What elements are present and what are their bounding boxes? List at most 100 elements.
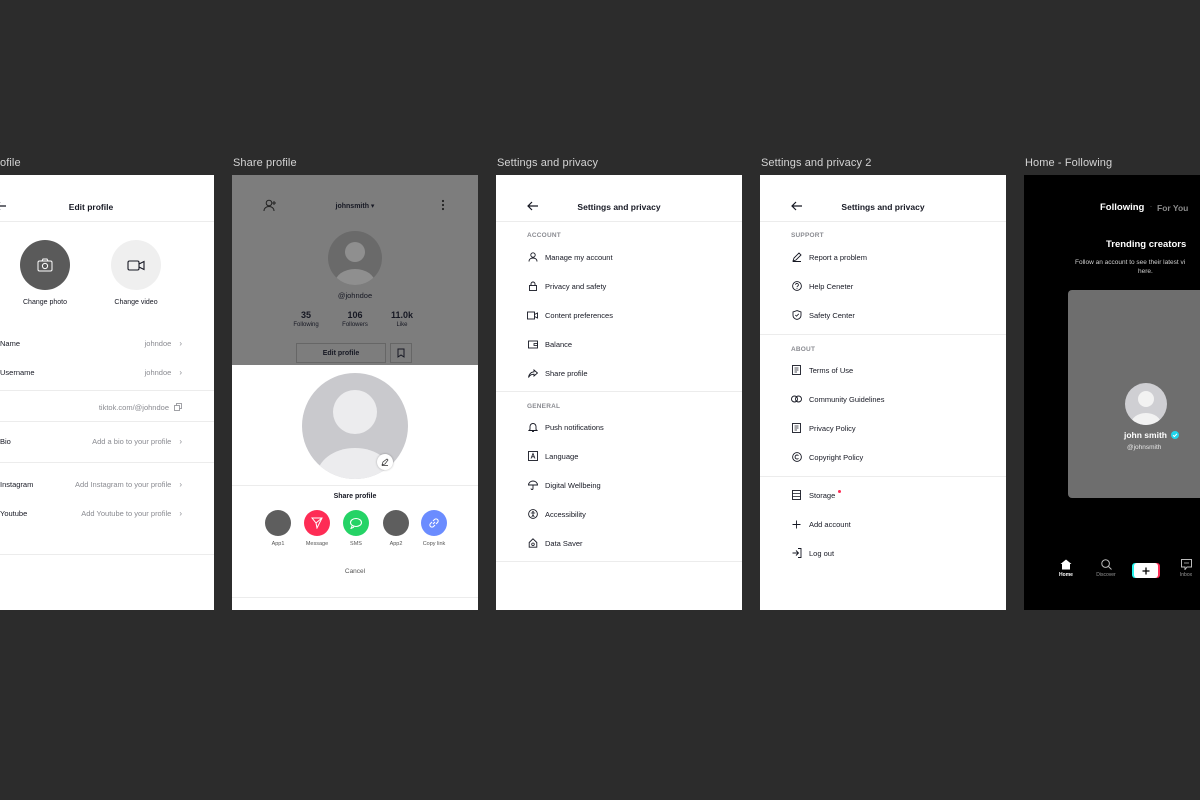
menu-data-saver[interactable]: Data Saver	[527, 536, 722, 550]
settings-screen: Settings and privacy ACCOUNT Manage my a…	[496, 175, 742, 610]
app2-icon	[383, 510, 409, 536]
name-row[interactable]: Name johndoe ›	[0, 336, 182, 350]
page-title: Edit profile	[68, 202, 114, 212]
profile-link-row[interactable]: tiktok.com/@johndoe	[0, 400, 182, 414]
menu-label: Balance	[545, 339, 573, 349]
share-sms[interactable]: SMS	[336, 510, 376, 547]
divider	[0, 554, 214, 555]
menu-privacy-policy[interactable]: Privacy Policy	[791, 421, 986, 435]
edit-profile-header: Edit profile	[0, 193, 214, 221]
profile-handle: @johndoe	[337, 291, 373, 300]
settings-header: Settings and privacy	[496, 193, 742, 221]
cancel-button[interactable]: Cancel	[232, 568, 478, 575]
menu-accessibility[interactable]: Accessibility	[527, 507, 722, 521]
menu-label: Share profile	[545, 368, 588, 378]
edit-profile-screen: Edit profile Change photo Change video N…	[0, 175, 214, 610]
menu-language[interactable]: Language	[527, 449, 722, 463]
menu-content-preferences[interactable]: Content preferences	[527, 308, 722, 322]
nav-home[interactable]: Home	[1058, 559, 1074, 578]
menu-copyright-policy[interactable]: Copyright Policy	[791, 450, 986, 464]
menu-privacy-safety[interactable]: Privacy and safety	[527, 279, 722, 293]
divider	[0, 390, 214, 391]
stat-label: Like	[396, 322, 408, 328]
umbrella-icon	[527, 480, 538, 491]
user-icon	[527, 252, 538, 263]
edit-profile-button[interactable]: Edit profile	[296, 343, 386, 363]
creator-name-row: john smith	[1124, 430, 1180, 440]
trending-subtitle: Follow an account to see their latest vi	[1075, 259, 1186, 266]
menu-label: Copyright Policy	[809, 452, 864, 462]
change-photo-button[interactable]	[20, 240, 70, 290]
change-photo-label: Change photo	[23, 299, 67, 306]
home-following-screen: Following · For You Trending creators Fo…	[1024, 175, 1200, 610]
language-icon	[527, 451, 538, 462]
share-sheet-title: Share profile	[333, 493, 377, 500]
menu-digital-wellbeing[interactable]: Digital Wellbeing	[527, 478, 722, 492]
share-app-1[interactable]: App1	[258, 510, 298, 547]
menu-add-account[interactable]: Add account	[791, 517, 986, 531]
menu-log-out[interactable]: Log out	[791, 546, 986, 560]
stat-followers[interactable]: 106 Followers	[335, 310, 375, 328]
menu-label: Storage	[809, 490, 836, 500]
sms-icon	[343, 510, 369, 536]
share-app-2[interactable]: App2	[376, 510, 416, 547]
trending-subtitle-2: here.	[1138, 268, 1153, 275]
change-video-label: Change video	[114, 299, 158, 306]
profile-backdrop: johnsmith ▾ @johndoe 35 Following 106 Fo…	[232, 175, 478, 365]
chevron-right-icon: ›	[179, 436, 182, 446]
menu-help-center[interactable]: Help Ceneter	[791, 279, 986, 293]
menu-label: Safety Center	[809, 310, 855, 320]
stat-following[interactable]: 35 Following	[286, 310, 326, 328]
create-button[interactable]	[1134, 563, 1158, 578]
stat-likes[interactable]: 11.0k Like	[382, 310, 422, 328]
share-app-label: App1	[271, 541, 285, 547]
instagram-row[interactable]: Instagram Add Instagram to your profile …	[0, 477, 182, 491]
chevron-right-icon: ›	[179, 367, 182, 377]
page-title: Settings and privacy	[841, 202, 925, 212]
bio-label: Bio	[0, 436, 11, 446]
menu-label: Content preferences	[545, 310, 613, 320]
menu-report-problem[interactable]: Report a problem	[791, 250, 986, 264]
change-video-button[interactable]	[111, 240, 161, 290]
shield-icon	[791, 310, 802, 321]
logout-icon	[791, 548, 802, 559]
menu-terms-of-use[interactable]: Terms of Use	[791, 363, 986, 377]
tab-for-you[interactable]: For You	[1157, 203, 1188, 213]
menu-share-profile[interactable]: Share profile	[527, 366, 722, 380]
nav-discover[interactable]: Discover	[1094, 559, 1118, 578]
chevron-right-icon: ›	[179, 479, 182, 489]
share-sheet: Share profile Cancel	[232, 365, 478, 610]
menu-balance[interactable]: Balance	[527, 337, 722, 351]
share-copy-link[interactable]: Copy link	[414, 510, 454, 547]
video-icon	[527, 310, 538, 321]
menu-label: Push notifications	[545, 422, 604, 432]
copyright-icon	[791, 452, 802, 463]
bio-row[interactable]: Bio Add a bio to your profile ›	[0, 434, 182, 448]
menu-storage[interactable]: Storage	[791, 488, 986, 502]
menu-safety-center[interactable]: Safety Center	[791, 308, 986, 322]
menu-label: Privacy and safety	[545, 281, 607, 291]
menu-label: Add account	[809, 519, 851, 529]
username-row[interactable]: Username johndoe ›	[0, 365, 182, 379]
page-title: Settings and privacy	[577, 202, 661, 212]
divider	[232, 597, 478, 598]
tab-following[interactable]: Following	[1100, 202, 1144, 213]
menu-push-notifications[interactable]: Push notifications	[527, 420, 722, 434]
menu-label: Language	[545, 451, 579, 461]
separator: ·	[1150, 204, 1152, 210]
creator-card[interactable]: john smith @johnsmith	[1068, 290, 1200, 498]
edit-avatar-button[interactable]	[377, 454, 393, 470]
copy-icon[interactable]	[174, 403, 182, 411]
menu-label: Log out	[809, 548, 835, 558]
share-message[interactable]: Message	[297, 510, 337, 547]
share-app-label: Message	[305, 541, 329, 547]
bookmark-button[interactable]	[390, 343, 412, 363]
nav-inbox[interactable]: Inbox	[1178, 559, 1194, 578]
menu-community-guidelines[interactable]: Community Guidelines	[791, 392, 986, 406]
chevron-right-icon: ›	[179, 338, 182, 348]
more-vertical-icon[interactable]	[441, 199, 445, 211]
bell-icon	[527, 422, 538, 433]
verified-badge-icon	[1171, 431, 1180, 439]
menu-manage-account[interactable]: Manage my account	[527, 250, 722, 264]
youtube-row[interactable]: Youtube Add Youtube to your profile ›	[0, 506, 182, 520]
